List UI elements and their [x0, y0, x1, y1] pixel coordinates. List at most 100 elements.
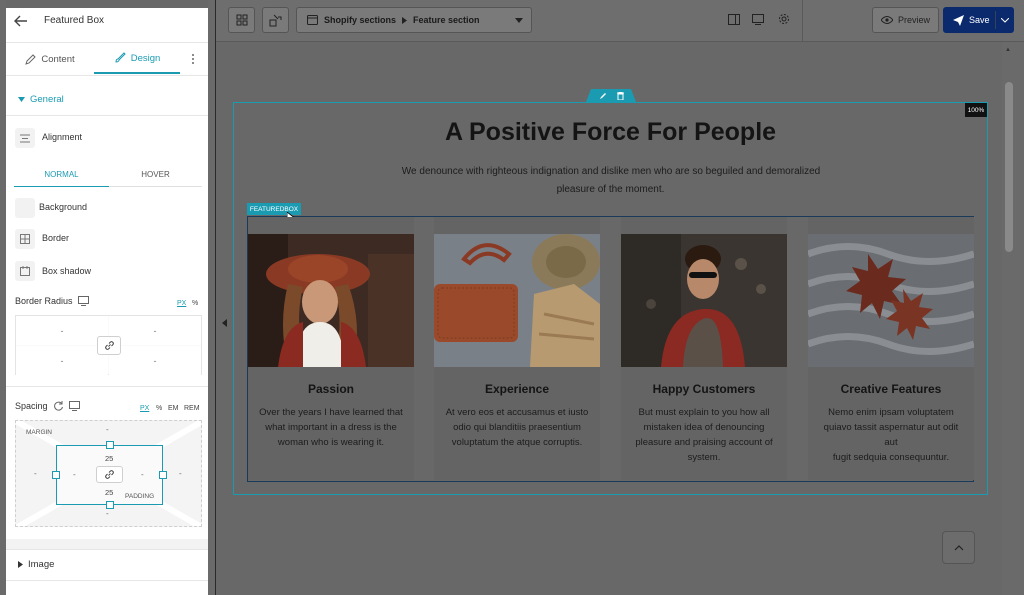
card-image-happy-customers: [621, 234, 787, 367]
canvas-scrollbar[interactable]: ▲: [1002, 42, 1024, 595]
chevron-down-icon: [515, 18, 523, 23]
spacing-heading: Spacing: [15, 401, 80, 411]
padding-right-value[interactable]: -: [141, 470, 144, 479]
box-shadow-icon-box[interactable]: [15, 261, 35, 281]
state-tab-normal[interactable]: NORMAL: [14, 168, 109, 187]
pencil-icon[interactable]: [599, 92, 607, 100]
toolbar-divider: [802, 0, 803, 42]
chevron-down-icon[interactable]: [1001, 18, 1009, 23]
state-tab-hover[interactable]: HOVER: [109, 168, 202, 187]
card-text-line: But must explain to you how all: [638, 407, 770, 418]
margin-top-value[interactable]: -: [106, 425, 109, 434]
caret-right-icon: [402, 16, 408, 24]
scrollbar-thumb[interactable]: [1005, 82, 1013, 252]
padding-right-handle[interactable]: [159, 471, 167, 479]
section-subtext-line2: pleasure of the moment.: [556, 184, 665, 195]
padding-bottom-handle[interactable]: [106, 501, 114, 509]
feature-card[interactable]: Happy Customers But must explain to you …: [621, 217, 787, 480]
margin-left-value[interactable]: -: [34, 469, 37, 478]
desktop-view-button[interactable]: [752, 14, 764, 27]
caret-right-icon: [18, 561, 23, 568]
box-shadow-label[interactable]: Box shadow: [42, 266, 91, 276]
settings-button[interactable]: [778, 13, 790, 27]
reset-icon[interactable]: [53, 401, 64, 411]
padding-bottom-value[interactable]: 25: [105, 488, 113, 497]
pencil-icon: [25, 53, 37, 65]
feature-card[interactable]: Experience At vero eos et accusamus et i…: [434, 217, 600, 480]
feature-card[interactable]: Passion Over the years I have learned th…: [248, 217, 414, 480]
card-text: Over the years I have learned that what …: [256, 405, 406, 450]
background-color-swatch[interactable]: [15, 198, 35, 218]
card-text: Nemo enim ipsam voluptatem quiavo tassit…: [816, 405, 966, 465]
card-text-line: Nemo enim ipsam voluptatem: [828, 407, 954, 418]
card-text-line: At vero eos et accusamus et iusto: [445, 407, 589, 418]
align-center-icon: [20, 134, 30, 142]
alignment-label[interactable]: Alignment: [42, 132, 82, 142]
more-options-button[interactable]: [188, 52, 198, 66]
spacing-unit-percent[interactable]: %: [156, 405, 162, 412]
spacing-unit-em[interactable]: EM: [168, 405, 179, 412]
scroll-to-top-button[interactable]: [942, 531, 975, 564]
padding-link-button[interactable]: [96, 466, 123, 483]
padding-top-value[interactable]: 25: [105, 454, 113, 463]
back-button[interactable]: [12, 13, 30, 29]
desktop-icon[interactable]: [77, 296, 89, 306]
border-label[interactable]: Border: [42, 233, 69, 243]
radius-unit-percent[interactable]: %: [192, 300, 198, 307]
preview-button[interactable]: Preview: [872, 7, 939, 33]
card-title: Experience: [484, 382, 550, 396]
card-image-experience: [434, 234, 600, 367]
trash-icon[interactable]: [616, 91, 624, 100]
radius-top-left[interactable]: -: [16, 316, 108, 345]
breadcrumb-current: Feature section: [413, 15, 480, 25]
general-section-toggle[interactable]: General: [18, 94, 64, 105]
card-text-line: mistaken idea of denouncing: [643, 422, 765, 433]
layout-grid-button[interactable]: [228, 7, 255, 33]
general-label: General: [30, 94, 64, 105]
preview-label: Preview: [897, 15, 930, 25]
shapes-button[interactable]: [262, 7, 289, 33]
radius-unit-px[interactable]: PX: [177, 300, 186, 307]
padding-top-handle[interactable]: [106, 441, 114, 449]
settings-sidebar: Featured Box Content Design General Alig…: [6, 8, 208, 595]
desktop-icon[interactable]: [68, 401, 80, 411]
tablet-view-button[interactable]: [728, 14, 740, 27]
brush-icon: [115, 52, 126, 63]
gear-icon: [779, 14, 789, 24]
spacing-unit-rem[interactable]: REM: [184, 405, 200, 412]
border-icon-box[interactable]: [15, 229, 35, 249]
card-text-line: voluptatum the atque corruptis.: [451, 437, 583, 448]
feature-card[interactable]: Creative Features Nemo enim ipsam volupt…: [808, 217, 974, 480]
save-button[interactable]: Save: [943, 7, 1014, 33]
padding-left-handle[interactable]: [52, 471, 60, 479]
radius-bottom-right[interactable]: -: [109, 346, 201, 375]
section-selector[interactable]: Shopify sections Feature section: [296, 7, 532, 33]
margin-label: MARGIN: [26, 429, 52, 436]
image-section-toggle[interactable]: Image: [18, 559, 54, 570]
card-text-line: fugit sedquia consequuntur.: [832, 452, 950, 463]
card-text-line: what important in a dress is the: [265, 422, 397, 433]
radius-bottom-left[interactable]: -: [16, 346, 108, 375]
alignment-icon-box[interactable]: [15, 128, 35, 148]
tab-content[interactable]: Content: [6, 44, 94, 74]
margin-right-value[interactable]: -: [179, 469, 182, 478]
card-text-line: pleasure and praising account of: [635, 437, 773, 448]
radius-top-right[interactable]: -: [109, 316, 201, 345]
padding-left-value[interactable]: -: [73, 470, 76, 479]
save-split-divider: [995, 11, 996, 29]
margin-bottom-value[interactable]: -: [106, 509, 109, 518]
eye-icon: [880, 16, 893, 24]
caret-down-icon: [18, 97, 25, 102]
card-text-line: odio qui blanditiis praesentium: [453, 422, 581, 433]
image-label: Image: [28, 559, 55, 570]
tab-design[interactable]: Design: [94, 44, 180, 74]
section-subtext-line1: We denounce with righteous indignation a…: [401, 166, 821, 177]
save-label: Save: [969, 15, 990, 25]
spacing-unit-px[interactable]: PX: [140, 405, 149, 412]
background-label[interactable]: Background: [39, 202, 87, 212]
sidebar-title: Featured Box: [44, 15, 105, 26]
caret-left-icon: [221, 319, 227, 327]
scroll-up-arrow-icon[interactable]: ▲: [1005, 47, 1011, 53]
radius-link-button[interactable]: [97, 336, 121, 355]
collapse-panel-button[interactable]: [219, 312, 229, 334]
